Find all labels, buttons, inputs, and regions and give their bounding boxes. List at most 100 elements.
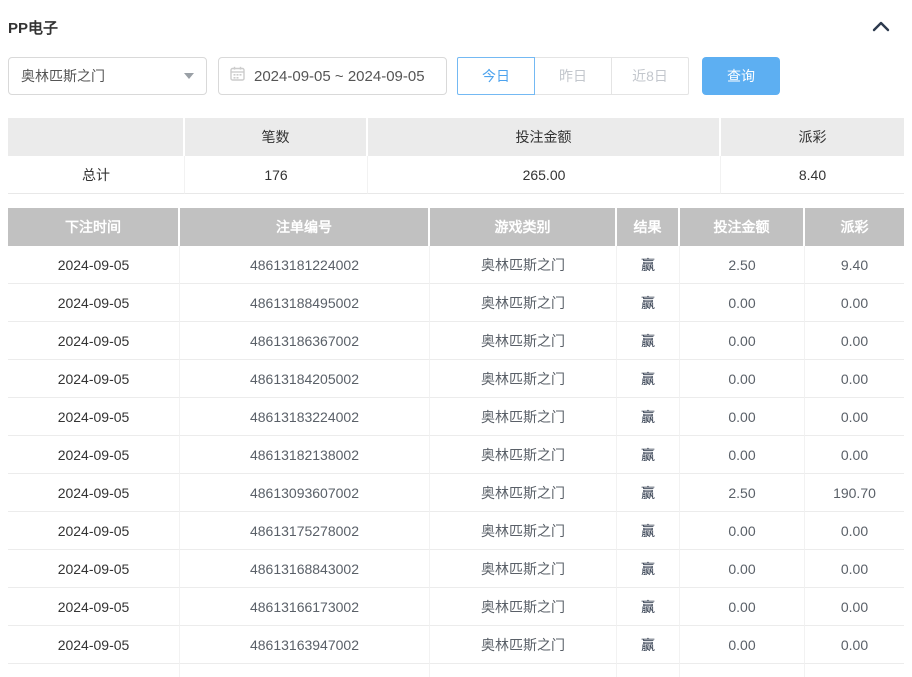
- summary-header-blank: [8, 118, 185, 156]
- detail-header-order-id: 注单编号: [180, 208, 430, 246]
- cell-bet-amount: 0.00: [680, 398, 805, 436]
- game-select[interactable]: 奥林匹斯之门: [8, 57, 207, 95]
- cell-bet-time: 2024-09-05: [8, 550, 180, 588]
- cell-bet-time: 2024-09-05: [8, 588, 180, 626]
- summary-header-bet-amount: 投注金额: [368, 118, 721, 156]
- table-row: 2024-09-05 48613168843002 奥林匹斯之门 赢 0.00 …: [8, 550, 904, 588]
- cell-payout: 0.00: [805, 322, 904, 360]
- cell-game-type: 奥林匹斯之门: [430, 436, 617, 474]
- cell-order-id: 48613175278002: [180, 512, 430, 550]
- cell-game-type: 奥林匹斯之门: [430, 588, 617, 626]
- cell-game-type: 奥林匹斯之门: [430, 360, 617, 398]
- detail-header-bet-time: 下注时间: [8, 208, 180, 246]
- cell-order-id: 48613184205002: [180, 360, 430, 398]
- detail-table: 下注时间 注单编号 游戏类别 结果 投注金额 派彩 2024-09-05 486…: [8, 208, 904, 677]
- detail-header-game-type: 游戏类别: [430, 208, 617, 246]
- cell-payout: 0.00: [805, 360, 904, 398]
- cell-bet-time: 2024-09-05: [8, 322, 180, 360]
- cell-payout: 0.00: [805, 550, 904, 588]
- summary-total-payout: 8.40: [721, 156, 904, 194]
- date-range-picker[interactable]: 2024-09-05 ~ 2024-09-05: [218, 57, 447, 95]
- cell-bet-amount: 0.00: [680, 550, 805, 588]
- cell-result: 赢: [617, 626, 680, 664]
- collapse-button[interactable]: [872, 19, 890, 36]
- caret-down-icon: [184, 73, 194, 79]
- cell-game-type: 奥林匹斯之门: [430, 550, 617, 588]
- yesterday-button[interactable]: 昨日: [534, 57, 612, 95]
- cell-game-type: 奥林匹斯之门: [430, 284, 617, 322]
- table-row-partial: [8, 664, 904, 677]
- cell-game-type: 奥林匹斯之门: [430, 512, 617, 550]
- cell-bet-amount: 0.00: [680, 322, 805, 360]
- cell-payout: 0.00: [805, 588, 904, 626]
- chevron-up-icon: [872, 19, 890, 36]
- cell-order-id: 48613163947002: [180, 626, 430, 664]
- cell-bet-amount: 0.00: [680, 360, 805, 398]
- table-row: 2024-09-05 48613166173002 奥林匹斯之门 赢 0.00 …: [8, 588, 904, 626]
- cell-payout: 190.70: [805, 474, 904, 512]
- detail-header-row: 下注时间 注单编号 游戏类别 结果 投注金额 派彩: [8, 208, 904, 246]
- cell-order-id: 48613168843002: [180, 550, 430, 588]
- summary-table: 笔数 投注金额 派彩 总计 176 265.00 8.40: [8, 118, 904, 194]
- cell-bet-amount: 0.00: [680, 588, 805, 626]
- cell-order-id: 48613182138002: [180, 436, 430, 474]
- cell-game-type: 奥林匹斯之门: [430, 246, 617, 284]
- table-row: 2024-09-05 48613175278002 奥林匹斯之门 赢 0.00 …: [8, 512, 904, 550]
- cell-game-type: 奥林匹斯之门: [430, 398, 617, 436]
- cell-bet-amount: 0.00: [680, 284, 805, 322]
- query-button[interactable]: 查询: [702, 57, 780, 95]
- cell-order-id: 48613181224002: [180, 246, 430, 284]
- last-8-days-button[interactable]: 近8日: [611, 57, 689, 95]
- cell-bet-time: 2024-09-05: [8, 398, 180, 436]
- report-panel: PP电子 奥林匹斯之门: [0, 0, 912, 677]
- table-row: 2024-09-05 48613183224002 奥林匹斯之门 赢 0.00 …: [8, 398, 904, 436]
- cell-game-type: 奥林匹斯之门: [430, 474, 617, 512]
- today-button[interactable]: 今日: [457, 57, 535, 95]
- cell-payout: 0.00: [805, 512, 904, 550]
- cell-bet-time: 2024-09-05: [8, 360, 180, 398]
- panel-header: PP电子: [8, 0, 904, 40]
- table-row: 2024-09-05 48613184205002 奥林匹斯之门 赢 0.00 …: [8, 360, 904, 398]
- summary-total-bet-amount: 265.00: [368, 156, 721, 194]
- table-row: 2024-09-05 48613093607002 奥林匹斯之门 赢 2.50 …: [8, 474, 904, 512]
- filter-bar: 奥林匹斯之门 2024-09-05 ~ 2024-09-05: [8, 57, 904, 95]
- table-row: 2024-09-05 48613186367002 奥林匹斯之门 赢 0.00 …: [8, 322, 904, 360]
- cell-bet-amount: 0.00: [680, 512, 805, 550]
- quick-date-buttons: 今日 昨日 近8日: [457, 57, 689, 95]
- cell-result: 赢: [617, 398, 680, 436]
- cell-bet-amount: 2.50: [680, 246, 805, 284]
- cell-order-id: 48613188495002: [180, 284, 430, 322]
- summary-total-label: 总计: [8, 156, 185, 194]
- cell-bet-time: 2024-09-05: [8, 474, 180, 512]
- summary-header-payout: 派彩: [721, 118, 904, 156]
- cell-bet-time: 2024-09-05: [8, 626, 180, 664]
- table-row: 2024-09-05 48613188495002 奥林匹斯之门 赢 0.00 …: [8, 284, 904, 322]
- detail-table-body: 2024-09-05 48613181224002 奥林匹斯之门 赢 2.50 …: [8, 246, 904, 664]
- cell-bet-amount: 0.00: [680, 436, 805, 474]
- cell-result: 赢: [617, 360, 680, 398]
- cell-order-id: 48613183224002: [180, 398, 430, 436]
- cell-bet-time: 2024-09-05: [8, 246, 180, 284]
- cell-bet-time: 2024-09-05: [8, 284, 180, 322]
- cell-payout: 9.40: [805, 246, 904, 284]
- cell-result: 赢: [617, 436, 680, 474]
- cell-bet-time: 2024-09-05: [8, 436, 180, 474]
- cell-order-id: 48613186367002: [180, 322, 430, 360]
- cell-result: 赢: [617, 550, 680, 588]
- table-row: 2024-09-05 48613181224002 奥林匹斯之门 赢 2.50 …: [8, 246, 904, 284]
- cell-game-type: 奥林匹斯之门: [430, 626, 617, 664]
- summary-total-row: 总计 176 265.00 8.40: [8, 156, 904, 194]
- detail-table-partial-row-container: [8, 664, 904, 677]
- cell-order-id: 48613166173002: [180, 588, 430, 626]
- summary-header-count: 笔数: [185, 118, 368, 156]
- calendar-icon: [230, 66, 245, 86]
- cell-payout: 0.00: [805, 284, 904, 322]
- cell-bet-amount: 0.00: [680, 626, 805, 664]
- cell-result: 赢: [617, 474, 680, 512]
- game-select-value: 奥林匹斯之门: [21, 66, 105, 86]
- date-range-value: 2024-09-05 ~ 2024-09-05: [254, 68, 425, 85]
- cell-payout: 0.00: [805, 626, 904, 664]
- table-row: 2024-09-05 48613163947002 奥林匹斯之门 赢 0.00 …: [8, 626, 904, 664]
- summary-header-row: 笔数 投注金额 派彩: [8, 118, 904, 156]
- cell-result: 赢: [617, 588, 680, 626]
